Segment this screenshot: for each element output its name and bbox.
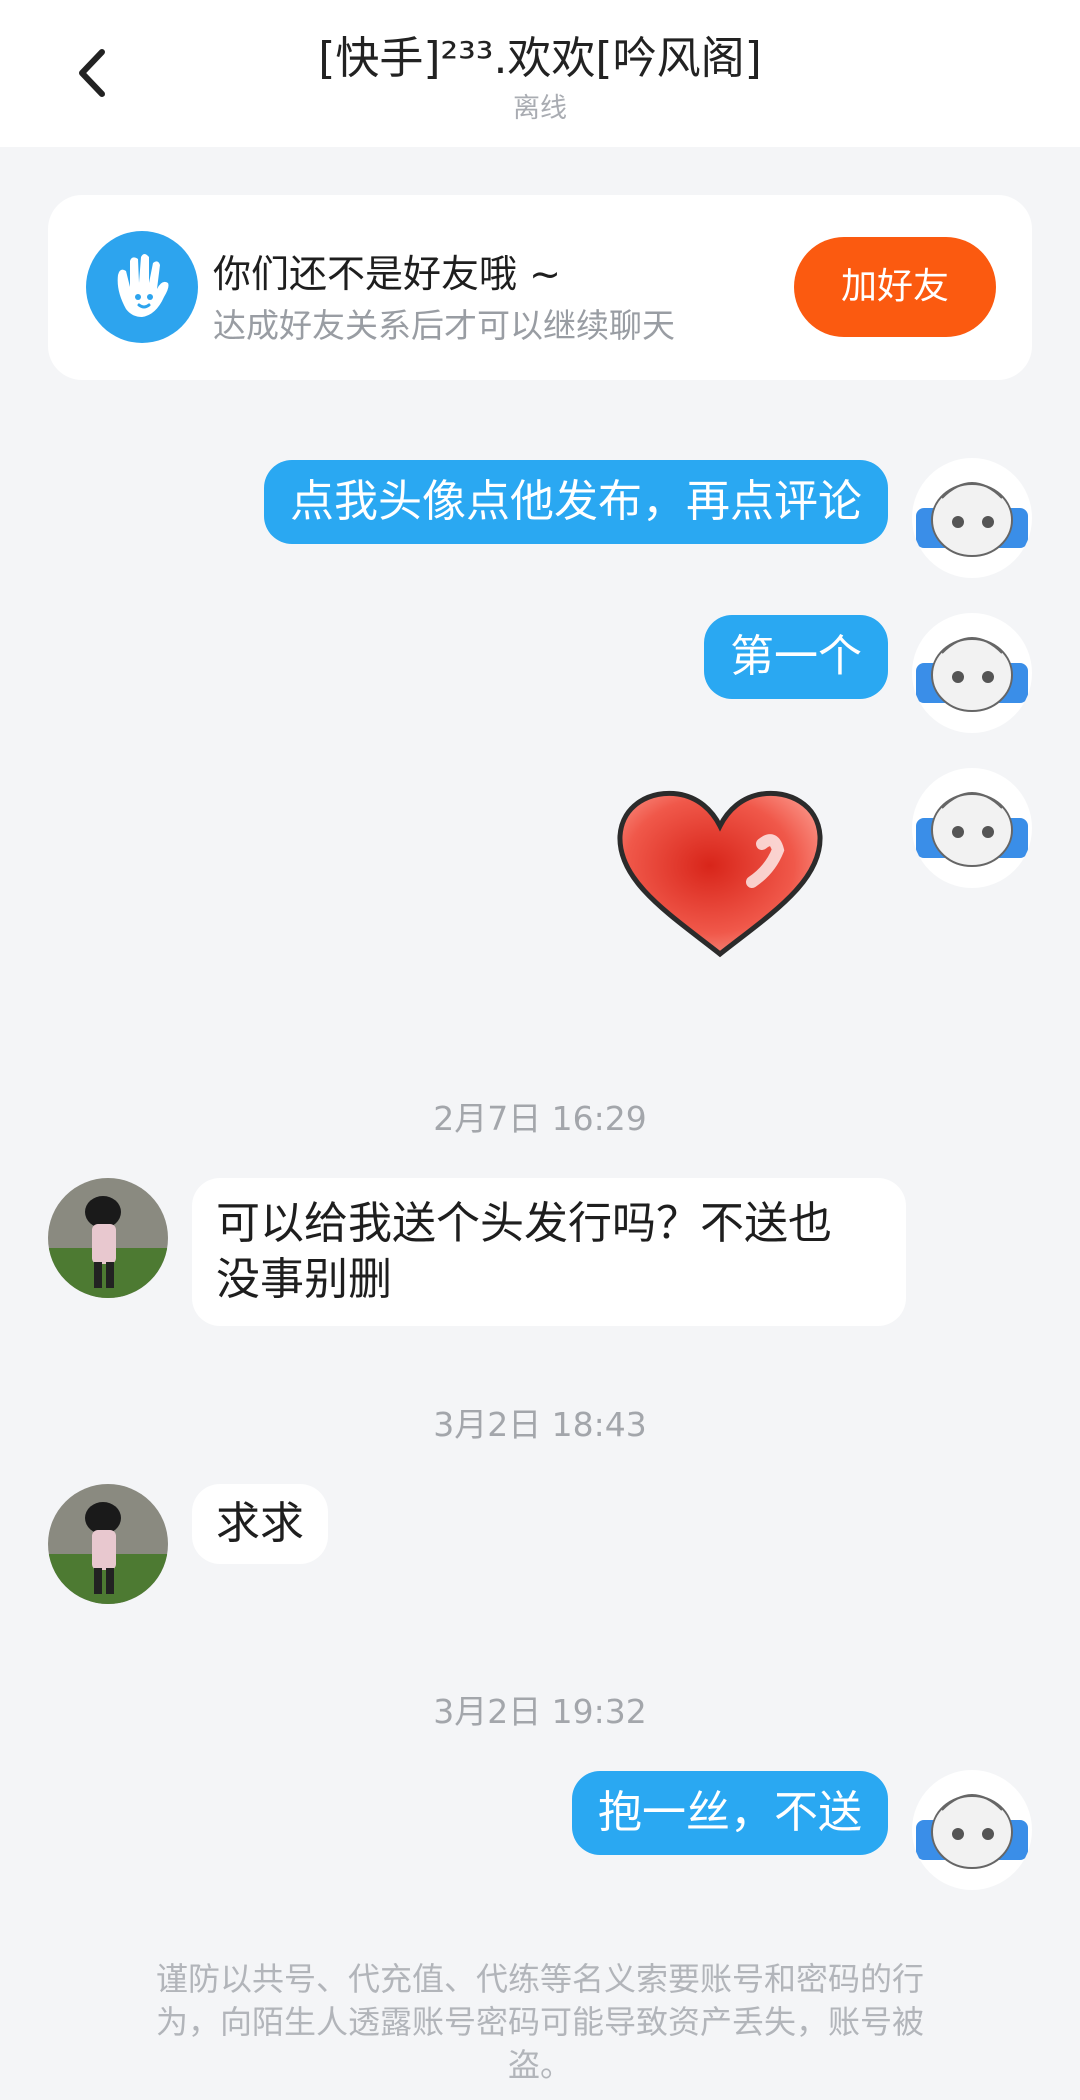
warning-line: 为，向陌生人透露账号密码可能导致资产丢失，账号被: [155, 2003, 924, 2041]
message-line: 没事别删: [216, 1254, 392, 1305]
avatar[interactable]: [48, 1178, 168, 1298]
avatar[interactable]: [912, 613, 1032, 733]
avatar[interactable]: [48, 1484, 168, 1604]
message-bubble-received[interactable]: 可以给我送个头发行吗？不送也 没事别删: [192, 1178, 906, 1326]
chat-header: [快手]²³³.欢欢[吟风阁] 离线: [0, 0, 1080, 147]
message-bubble-sent[interactable]: 点我头像点他发布，再点评论: [264, 460, 888, 544]
message-bubble-received[interactable]: 求求: [192, 1484, 328, 1564]
hand-wave-icon: [86, 231, 198, 343]
avatar[interactable]: [912, 458, 1032, 578]
message-bubble-sent[interactable]: 第一个: [704, 615, 888, 699]
heart-sticker-icon[interactable]: [612, 786, 828, 962]
timestamp: 3月2日 18:43: [433, 1405, 647, 1444]
avatar[interactable]: [912, 768, 1032, 888]
security-warning: 谨防以共号、代充值、代练等名义索要账号和密码的行 为，向陌生人透露账号密码可能导…: [100, 1958, 980, 2087]
not-friend-subtitle: 达成好友关系后才可以继续聊天: [213, 306, 675, 345]
timestamp: 2月7日 16:29: [433, 1099, 647, 1138]
avatar[interactable]: [912, 1770, 1032, 1890]
warning-line: 盗。: [507, 2046, 572, 2084]
message-bubble-sent[interactable]: 抱一丝，不送: [572, 1771, 888, 1855]
message-line: 可以给我送个头发行吗？不送也: [216, 1198, 832, 1249]
not-friend-title: 你们还不是好友哦 ~: [213, 252, 561, 296]
online-status: 离线: [513, 93, 567, 124]
not-friend-card: 你们还不是好友哦 ~ 达成好友关系后才可以继续聊天 加好友: [48, 195, 1032, 380]
timestamp: 3月2日 19:32: [433, 1692, 647, 1731]
warning-line: 谨防以共号、代充值、代练等名义索要账号和密码的行: [155, 1960, 924, 1998]
chat-title[interactable]: [快手]²³³.欢欢[吟风阁]: [0, 22, 1080, 86]
add-friend-button[interactable]: 加好友: [794, 237, 996, 337]
